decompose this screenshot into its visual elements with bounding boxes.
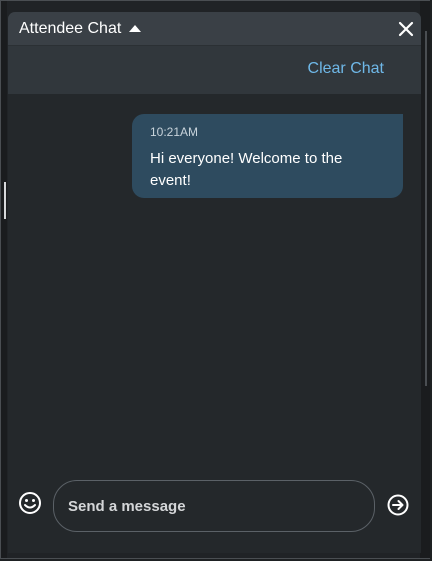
- close-icon[interactable]: [397, 20, 415, 38]
- message-composer: [8, 479, 421, 553]
- left-gutter: [1, 1, 7, 558]
- message-bubble: 10:21AM Hi everyone! Welcome to the even…: [132, 114, 403, 198]
- message-timestamp: 10:21AM: [150, 125, 199, 139]
- chat-title-bar: Attendee Chat: [8, 12, 421, 46]
- right-gutter: [420, 1, 430, 558]
- caret-up-icon[interactable]: [129, 24, 142, 32]
- right-scroll-track[interactable]: [425, 31, 427, 386]
- send-arrow-icon[interactable]: [387, 494, 409, 516]
- message-input[interactable]: [53, 480, 375, 532]
- scrollbar-thumb[interactable]: [4, 182, 6, 219]
- chat-title: Attendee Chat: [19, 19, 122, 37]
- message-list: 10:21AM Hi everyone! Welcome to the even…: [8, 94, 421, 479]
- message-text: Hi everyone! Welcome to the event!: [150, 150, 343, 189]
- clear-chat-button[interactable]: Clear Chat: [308, 60, 384, 78]
- chat-panel: Attendee Chat Clear Chat 10:21AM Hi ever…: [8, 12, 421, 553]
- chat-action-bar: Clear Chat: [8, 46, 421, 94]
- emoji-smile-icon[interactable]: [18, 491, 42, 515]
